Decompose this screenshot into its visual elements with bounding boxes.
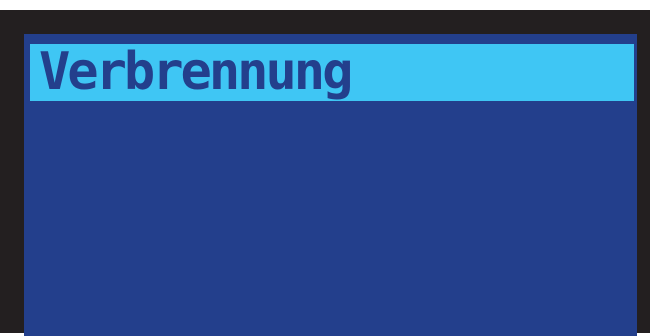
menu-content-area — [30, 101, 634, 332]
display-screen: Verbrennung — [24, 34, 637, 336]
selected-menu-item[interactable]: Verbrennung — [30, 42, 634, 102]
menu-item-label: Verbrennung — [39, 42, 353, 102]
display-bezel: Verbrennung — [0, 10, 650, 336]
